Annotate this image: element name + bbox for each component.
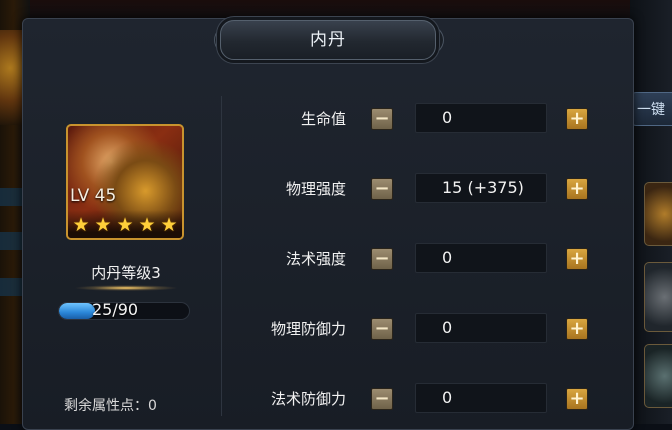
attr-value-magic-defense: 0 [415, 383, 547, 413]
attr-increase-button[interactable]: + [566, 108, 588, 130]
dialog-title: 内丹 [310, 30, 346, 50]
side-hero-thumbnail[interactable] [644, 262, 672, 332]
side-hero-thumbnail[interactable] [644, 344, 672, 408]
attr-value-physical-defense: 0 [415, 313, 547, 343]
exp-progress-text: 25/90 [92, 300, 139, 319]
star-icon: ★ [94, 214, 112, 236]
attr-value-hp: 0 [415, 103, 547, 133]
exp-progress-fill [59, 303, 96, 319]
remaining-points: 剩余属性点：0 [64, 398, 157, 414]
attr-increase-button[interactable]: + [566, 248, 588, 270]
inner-dan-level: 内丹等级3 [91, 264, 161, 282]
hero-level: LV 45 [70, 186, 117, 206]
attr-value-magic-power: 0 [415, 243, 547, 273]
attr-decrease-button[interactable]: − [371, 318, 393, 340]
attr-decrease-button[interactable]: − [371, 108, 393, 130]
one-click-tab[interactable]: 一键 [630, 92, 672, 126]
attr-decrease-button[interactable]: − [371, 178, 393, 200]
attr-label-physical-defense: 物理防御力 [270, 320, 346, 338]
attr-label-hp: 生命值 [300, 110, 346, 128]
level-glow [74, 285, 178, 291]
attr-label-physical-power: 物理强度 [285, 180, 346, 198]
star-icon: ★ [116, 214, 134, 236]
panel-divider [221, 96, 222, 416]
attr-label-magic-defense: 法术防御力 [270, 390, 346, 408]
attr-decrease-button[interactable]: − [371, 248, 393, 270]
attr-decrease-button[interactable]: − [371, 388, 393, 410]
attr-label-magic-power: 法术强度 [285, 250, 346, 268]
side-hero-thumbnail[interactable] [644, 182, 672, 246]
attr-value-physical-power: 15 (+375) [415, 173, 547, 203]
hero-stars: ★ ★ ★ ★ ★ [71, 215, 179, 235]
attr-increase-button[interactable]: + [566, 388, 588, 410]
star-icon: ★ [160, 214, 178, 236]
star-icon: ★ [138, 214, 156, 236]
attr-increase-button[interactable]: + [566, 318, 588, 340]
star-icon: ★ [72, 214, 90, 236]
attr-increase-button[interactable]: + [566, 178, 588, 200]
